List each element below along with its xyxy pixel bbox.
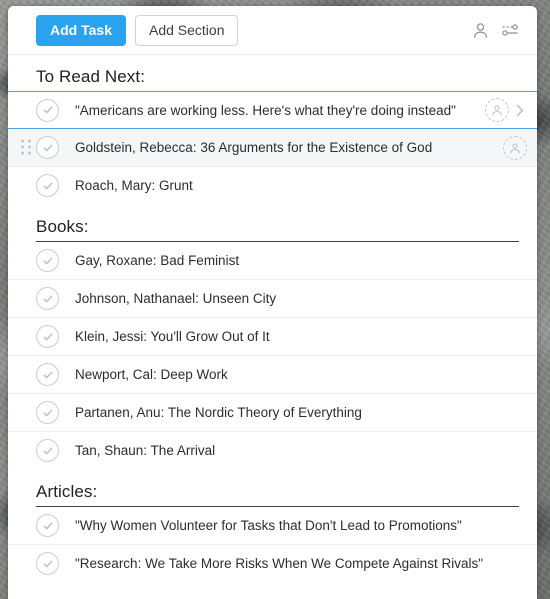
sliders-icon[interactable] — [497, 17, 523, 43]
task-complete-checkbox[interactable] — [36, 325, 59, 348]
task-row[interactable]: Gay, Roxane: Bad Feminist — [8, 242, 537, 280]
task-row[interactable]: Roach, Mary: Grunt — [8, 167, 537, 205]
task-title[interactable]: Johnson, Nathanael: Unseen City — [75, 291, 521, 306]
assignee-avatar-icon[interactable] — [485, 98, 509, 122]
task-complete-checkbox[interactable] — [36, 363, 59, 386]
task-complete-checkbox[interactable] — [36, 439, 59, 462]
task-row[interactable]: Partanen, Anu: The Nordic Theory of Ever… — [8, 394, 537, 432]
task-app-window: Add Task Add Section To Read Next: "Ameri… — [8, 6, 537, 599]
task-row[interactable]: Johnson, Nathanael: Unseen City — [8, 280, 537, 318]
person-icon[interactable] — [467, 17, 493, 43]
task-title[interactable]: Klein, Jessi: You'll Grow Out of It — [75, 329, 521, 344]
section-header[interactable]: To Read Next: — [36, 55, 519, 92]
task-complete-checkbox[interactable] — [36, 514, 59, 537]
task-title[interactable]: Tan, Shaun: The Arrival — [75, 443, 521, 458]
task-complete-checkbox[interactable] — [36, 98, 59, 122]
task-row[interactable]: Newport, Cal: Deep Work — [8, 356, 537, 394]
task-row[interactable]: "Americans are working less. Here's what… — [8, 91, 537, 129]
task-title[interactable]: "Americans are working less. Here's what… — [75, 103, 479, 118]
section-header[interactable]: Articles: — [36, 470, 519, 507]
task-complete-checkbox[interactable] — [36, 401, 59, 424]
task-complete-checkbox[interactable] — [36, 552, 59, 575]
task-title[interactable]: "Why Women Volunteer for Tasks that Don'… — [75, 518, 521, 533]
task-complete-checkbox[interactable] — [36, 249, 59, 272]
task-row[interactable]: Klein, Jessi: You'll Grow Out of It — [8, 318, 537, 356]
task-title[interactable]: Goldstein, Rebecca: 36 Arguments for the… — [75, 140, 497, 155]
task-row-actions — [485, 98, 527, 122]
task-row[interactable]: "Why Women Volunteer for Tasks that Don'… — [8, 507, 537, 545]
task-row[interactable]: Goldstein, Rebecca: 36 Arguments for the… — [8, 129, 537, 167]
drag-handle-icon[interactable] — [21, 139, 32, 156]
task-complete-checkbox[interactable] — [36, 287, 59, 310]
task-title[interactable]: Newport, Cal: Deep Work — [75, 367, 521, 382]
task-list[interactable]: To Read Next: "Americans are working less… — [8, 55, 537, 599]
task-complete-checkbox[interactable] — [36, 174, 59, 197]
task-row-actions — [503, 135, 527, 160]
add-section-button[interactable]: Add Section — [134, 14, 239, 46]
toolbar: Add Task Add Section — [8, 6, 537, 55]
task-title[interactable]: Partanen, Anu: The Nordic Theory of Ever… — [75, 405, 521, 420]
assignee-avatar-icon[interactable] — [503, 135, 527, 160]
add-task-button[interactable]: Add Task — [36, 14, 126, 46]
task-title[interactable]: Roach, Mary: Grunt — [75, 178, 521, 193]
task-title[interactable]: "Research: We Take More Risks When We Co… — [75, 556, 521, 571]
task-row[interactable]: Tan, Shaun: The Arrival — [8, 432, 537, 470]
task-title[interactable]: Gay, Roxane: Bad Feminist — [75, 253, 521, 268]
task-row[interactable]: "Research: We Take More Risks When We Co… — [8, 545, 537, 583]
chevron-right-icon[interactable] — [513, 99, 527, 121]
task-complete-checkbox[interactable] — [36, 136, 59, 159]
section-header[interactable]: Books: — [36, 205, 519, 242]
